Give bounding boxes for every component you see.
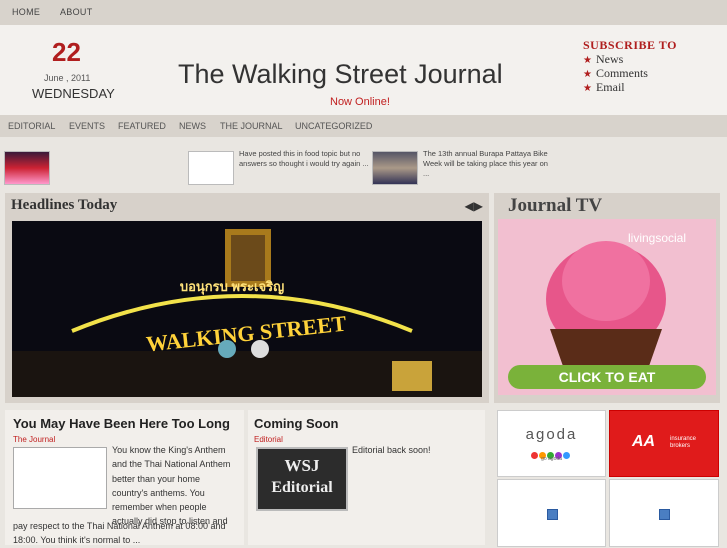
post-excerpt-line: and the Thai National Anthem [112, 459, 231, 470]
post-excerpt-top: You know the King's Anthem and the Thai … [112, 443, 230, 529]
nav-about-link[interactable]: ABOUT [60, 7, 93, 17]
subscribe-email-label: Email [595, 80, 625, 94]
broken-image-icon [547, 509, 558, 520]
ticker-item-text[interactable]: Have posted this in food topic but no an… [239, 149, 389, 169]
category-editorial[interactable]: EDITORIAL [8, 121, 55, 131]
post-category[interactable]: The Journal [13, 435, 55, 444]
post-excerpt-line: better than your home [112, 473, 201, 484]
ad-placeholder[interactable] [609, 479, 719, 547]
subscribe-news-label: News [595, 52, 624, 66]
ad-brand-text: livingsocial [628, 231, 686, 245]
category-events[interactable]: EVENTS [69, 121, 105, 131]
agoda-ad[interactable]: agoda go agoda [497, 410, 606, 477]
ticker-thumbnail[interactable] [372, 151, 418, 185]
date-month-year: June , 2011 [44, 73, 91, 83]
ticker-thumbnail[interactable] [4, 151, 50, 185]
news-ticker: Have posted this in food topic but no an… [0, 143, 727, 189]
subscribe-comments-link[interactable]: ★ Comments [583, 66, 648, 81]
post-title[interactable]: You May Have Been Here Too Long [13, 416, 230, 431]
category-news[interactable]: NEWS [179, 121, 206, 131]
aa-sub-line: insurance [670, 436, 697, 442]
aa-insurance-ad[interactable]: AA insurance brokers [609, 410, 719, 477]
wsj-logo-text: WSJ [284, 456, 320, 475]
post-excerpt-line: country's anthems. You [112, 487, 205, 498]
post-excerpt: Editorial back soon! [352, 445, 431, 455]
category-the-journal[interactable]: THE JOURNAL [220, 121, 283, 131]
post-excerpt-line: pay respect to the Thai National Anthem … [13, 521, 226, 531]
walking-street-photo[interactable]: บอนุกรบ พระเจริญ WALKING STREET [12, 221, 482, 397]
star-icon: ★ [583, 55, 592, 66]
category-featured[interactable]: FEATURED [118, 121, 166, 131]
headlines-panel: Headlines Today ◀▶ บอนุกรบ พระเจริญ WALK… [5, 193, 489, 403]
ad-placeholder[interactable] [497, 479, 606, 547]
aa-sub-line: brokers [670, 443, 691, 449]
livingsocial-ad[interactable]: livingsocial CLICK TO EAT [498, 219, 716, 395]
editorial-logo-text: Editorial [271, 479, 333, 496]
star-icon: ★ [583, 69, 592, 80]
ad-click-to-eat: CLICK TO EAT [559, 369, 656, 385]
site-header: 22 June , 2011 WEDNESDAY The Walking Str… [0, 25, 727, 115]
journal-tv-title: Journal TV [508, 195, 603, 216]
ticker-item-text[interactable]: The 13th annual Burapa Pattaya Bike Week… [423, 149, 553, 179]
date-weekday: WEDNESDAY [32, 86, 115, 101]
post-excerpt-bottom: pay respect to the Thai National Anthem … [13, 519, 225, 548]
subscribe-news-link[interactable]: ★ News [583, 52, 623, 67]
aa-logo-text: insurance brokers [670, 436, 696, 450]
post-excerpt-line: 18:00. You think it's normal to ... [13, 535, 141, 546]
post-card: Coming Soon Editorial WSJ Editorial Edit… [248, 410, 485, 545]
post-card: You May Have Been Here Too Long The Jour… [5, 410, 244, 545]
star-icon: ★ [583, 83, 592, 94]
slider-arrows[interactable]: ◀▶ [465, 199, 483, 213]
post-excerpt-line: You know the King's Anthem [112, 445, 226, 455]
nav-home-link[interactable]: HOME [12, 7, 40, 17]
top-nav: HOME ABOUT [0, 0, 727, 25]
date-day-number: 22 [52, 37, 81, 67]
ticker-thumbnail[interactable] [188, 151, 234, 185]
broken-image-icon [659, 509, 670, 520]
agoda-logo: agoda [525, 426, 578, 443]
post-title[interactable]: Coming Soon [254, 416, 339, 431]
photo-sign-thai: บอนุกรบ พระเจริญ [180, 279, 284, 295]
aa-logo: AA [632, 433, 656, 450]
journal-tv-panel: Journal TV livingsocial CLICK TO EAT [494, 193, 720, 403]
agoda-sub: go agoda [541, 456, 562, 462]
headlines-title: Headlines Today [11, 197, 118, 213]
subscribe-comments-label: Comments [595, 66, 648, 80]
site-tagline: Now Online! [330, 96, 390, 108]
post-thumbnail[interactable] [13, 447, 107, 509]
subscribe-heading: SUBSCRIBE TO [583, 38, 677, 52]
category-nav: EDITORIAL EVENTS FEATURED NEWS THE JOURN… [0, 115, 727, 137]
post-excerpt-line: remember when people [112, 502, 207, 513]
subscribe-email-link[interactable]: ★ Email [583, 80, 625, 95]
category-uncategorized[interactable]: UNCATEGORIZED [295, 121, 372, 131]
post-thumbnail[interactable]: WSJ Editorial [256, 447, 348, 511]
post-category[interactable]: Editorial [254, 435, 283, 444]
site-title[interactable]: The Walking Street Journal [178, 59, 503, 90]
